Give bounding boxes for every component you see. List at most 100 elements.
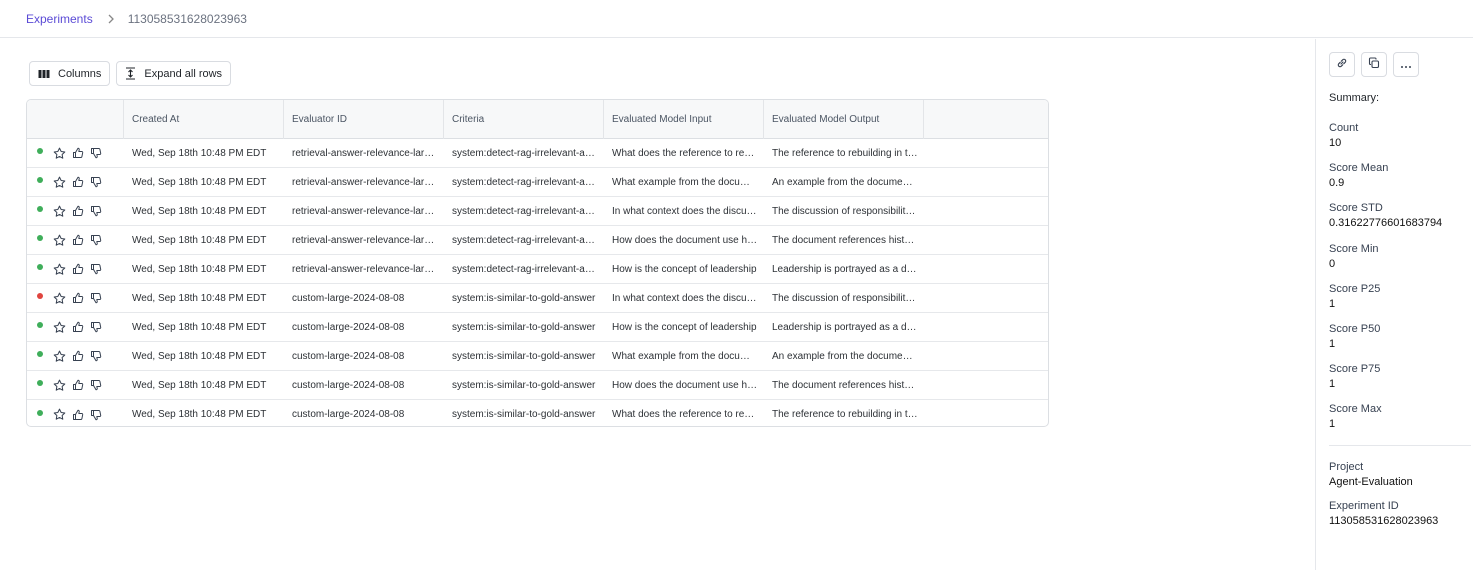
cell-model-output: An example from the document illustrates — [772, 350, 924, 362]
star-icon[interactable] — [53, 234, 66, 247]
cell-model-input: How is the concept of leadership — [612, 263, 757, 275]
thumbs-down-icon[interactable] — [90, 263, 102, 275]
header-model-input[interactable]: Evaluated Model Input — [604, 100, 764, 139]
status-dot — [37, 409, 43, 416]
cell-model-output: Leadership is portrayed as a duty — [772, 263, 920, 275]
table-row[interactable]: Wed, Sep 18th 10:48 PM EDT custom-large-2… — [27, 371, 1048, 400]
thumbs-down-icon[interactable] — [90, 292, 102, 304]
thumbs-up-icon[interactable] — [72, 409, 84, 421]
breadcrumb-current: 113058531628023963 — [127, 11, 247, 26]
thumbs-up-icon[interactable] — [72, 205, 84, 217]
cell-evaluator-id: custom-large-2024-08-08 — [292, 350, 405, 362]
copy-button[interactable] — [1361, 52, 1387, 77]
row-actions — [27, 255, 124, 283]
columns-button[interactable]: Columns — [29, 61, 111, 86]
thumbs-up-icon[interactable] — [72, 234, 84, 246]
header-evaluator-id[interactable]: Evaluator ID — [284, 100, 444, 139]
more-options-button[interactable] — [1393, 52, 1419, 77]
table-row[interactable]: Wed, Sep 18th 10:48 PM EDT custom-large-2… — [27, 400, 1048, 426]
thumbs-down-icon[interactable] — [90, 234, 102, 246]
cell-criteria: system:detect-rag-irrelevant-answer — [452, 176, 604, 188]
header-model-output[interactable]: Evaluated Model Output — [764, 100, 924, 139]
status-dot — [37, 235, 43, 241]
star-icon[interactable] — [53, 321, 66, 334]
cell-criteria: system:is-similar-to-gold-answer — [452, 409, 596, 420]
thumbs-down-icon[interactable] — [90, 409, 102, 421]
experiment-id-info: Experiment ID 113058531628023963 — [1329, 499, 1438, 529]
status-dot — [37, 264, 43, 270]
chevron-right-icon — [107, 14, 115, 24]
cell-evaluator-id: retrieval-answer-relevance-large-2024-08… — [292, 263, 444, 275]
status-dot — [37, 177, 43, 183]
star-icon[interactable] — [53, 263, 66, 276]
summary-title: Summary: — [1329, 92, 1380, 104]
expand-vertical-icon — [125, 67, 136, 80]
star-icon[interactable] — [53, 176, 66, 189]
thumbs-up-icon[interactable] — [72, 292, 84, 304]
thumbs-down-icon[interactable] — [90, 205, 102, 217]
table-row[interactable]: Wed, Sep 18th 10:48 PM EDT custom-large-2… — [27, 313, 1048, 342]
summary-stat: Score P50 1 — [1329, 322, 1380, 352]
thumbs-up-icon[interactable] — [72, 379, 84, 391]
thumbs-down-icon[interactable] — [90, 379, 102, 391]
cell-created-at: Wed, Sep 18th 10:48 PM EDT — [132, 263, 267, 275]
cell-evaluator-id: retrieval-answer-relevance-large-2024-08… — [292, 147, 444, 159]
summary-stat: Score Min 0 — [1329, 242, 1379, 272]
row-actions — [27, 168, 124, 196]
star-icon[interactable] — [53, 292, 66, 305]
thumbs-up-icon[interactable] — [72, 350, 84, 362]
cell-model-output: The document references historical event… — [772, 379, 924, 391]
status-dot — [37, 351, 43, 357]
table-row[interactable]: Wed, Sep 18th 10:48 PM EDT retrieval-answ… — [27, 197, 1048, 226]
breadcrumb-experiments-link[interactable]: Experiments — [26, 12, 93, 26]
star-icon[interactable] — [53, 408, 66, 421]
table-row[interactable]: Wed, Sep 18th 10:48 PM EDT retrieval-answ… — [27, 168, 1048, 197]
panel-actions — [1329, 52, 1419, 77]
thumbs-up-icon[interactable] — [72, 147, 84, 159]
stat-value: 1 — [1329, 418, 1336, 431]
table-row[interactable]: Wed, Sep 18th 10:48 PM EDT retrieval-answ… — [27, 139, 1048, 168]
copy-link-button[interactable] — [1329, 52, 1355, 77]
table-row[interactable]: Wed, Sep 18th 10:48 PM EDT retrieval-answ… — [27, 226, 1048, 255]
thumbs-up-icon[interactable] — [72, 176, 84, 188]
cell-evaluator-id: custom-large-2024-08-08 — [292, 321, 405, 333]
thumbs-down-icon[interactable] — [90, 147, 102, 159]
row-actions — [27, 139, 124, 167]
cell-criteria: system:detect-rag-irrelevant-answer — [452, 147, 604, 159]
thumbs-down-icon[interactable] — [90, 350, 102, 362]
header-criteria[interactable]: Criteria — [444, 100, 604, 139]
cell-criteria: system:is-similar-to-gold-answer — [452, 350, 596, 362]
stat-value: 1 — [1329, 378, 1336, 391]
cell-evaluator-id: retrieval-answer-relevance-large-2024-08… — [292, 234, 444, 246]
meta-value: Agent-Evaluation — [1329, 476, 1413, 488]
thumbs-down-icon[interactable] — [90, 176, 102, 188]
stat-label: Count — [1329, 122, 1359, 134]
star-icon[interactable] — [53, 147, 66, 160]
star-icon[interactable] — [53, 379, 66, 392]
cell-created-at: Wed, Sep 18th 10:48 PM EDT — [132, 234, 267, 246]
header-created-at[interactable]: Created At — [124, 100, 284, 139]
cell-created-at: Wed, Sep 18th 10:48 PM EDT — [132, 147, 267, 159]
table-row[interactable]: Wed, Sep 18th 10:48 PM EDT custom-large-2… — [27, 342, 1048, 371]
row-actions — [27, 197, 124, 225]
cell-model-input: How does the document use historical — [612, 379, 764, 391]
star-icon[interactable] — [53, 350, 66, 363]
thumbs-down-icon[interactable] — [90, 321, 102, 333]
cell-model-output: An example from the document illustrates — [772, 176, 924, 188]
stat-label: Score P75 — [1329, 363, 1381, 376]
thumbs-up-icon[interactable] — [72, 263, 84, 275]
expand-all-rows-button[interactable]: Expand all rows — [116, 61, 232, 86]
table-toolbar: Columns Expand all rows — [29, 61, 232, 86]
stat-label: Score Min — [1329, 242, 1379, 255]
cell-created-at: Wed, Sep 18th 10:48 PM EDT — [132, 379, 267, 391]
header-actions — [27, 100, 124, 139]
project-info: Project Agent-Evaluation — [1329, 460, 1413, 490]
cell-criteria: system:detect-rag-irrelevant-answer — [452, 263, 604, 275]
cell-created-at: Wed, Sep 18th 10:48 PM EDT — [132, 292, 267, 304]
table-row[interactable]: Wed, Sep 18th 10:48 PM EDT retrieval-answ… — [27, 255, 1048, 284]
thumbs-up-icon[interactable] — [72, 321, 84, 333]
table-row[interactable]: Wed, Sep 18th 10:48 PM EDT custom-large-2… — [27, 284, 1048, 313]
status-dot — [37, 380, 43, 386]
star-icon[interactable] — [53, 205, 66, 218]
summary-stat: Score STD 0.31622776601683794 — [1329, 201, 1442, 231]
